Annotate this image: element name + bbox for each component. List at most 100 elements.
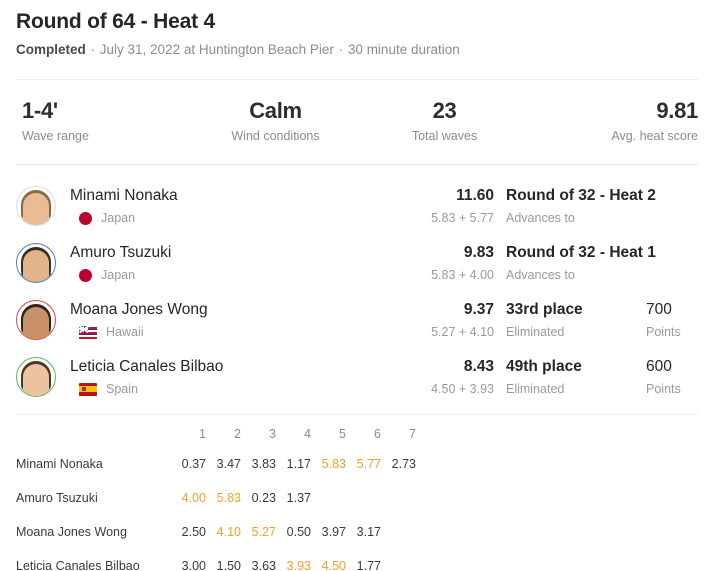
wave-score: 3.97 <box>321 525 346 539</box>
wave-score: 3.17 <box>356 525 381 539</box>
heat-total-score: 8.43 <box>463 357 494 375</box>
heat-meta: Completed · July 31, 2022 at Huntington … <box>16 40 698 60</box>
table-row: Minami Nonaka 0.37 3.47 3.83 1.17 5.83 5… <box>16 447 416 481</box>
surfer-country: Japan <box>79 267 411 283</box>
points-label: Points <box>646 324 681 339</box>
wave-score <box>346 481 381 515</box>
score-breakdown: 5.83 + 4.00 <box>431 267 494 282</box>
condition-label: Wave range <box>22 129 89 143</box>
score-column: 9.37 5.27 + 4.10 <box>411 299 506 341</box>
wave-row-surfer-name: Amuro Tsuzuki <box>16 491 98 505</box>
heat-status: Completed <box>16 42 86 57</box>
meta-separator-2: · <box>334 42 347 57</box>
wave-score: 2.50 <box>181 525 206 539</box>
surfer-name: Amuro Tsuzuki <box>70 244 172 261</box>
heat-header: Round of 64 - Heat 4 Completed · July 31… <box>16 0 698 60</box>
status-column: 49th place Eliminated <box>506 356 646 398</box>
country-label: Hawaii <box>106 325 144 339</box>
points-label: Points <box>646 381 681 396</box>
wave-row-surfer-name: Leticia Canales Bilbao <box>16 559 140 571</box>
wave-score: 3.83 <box>251 457 276 471</box>
wave-score-counted: 5.83 <box>216 491 241 505</box>
country-label: Japan <box>101 211 136 225</box>
condition-wave-range: 1-4' Wave range <box>16 98 191 145</box>
heat-duration: 30 minute duration <box>347 42 460 57</box>
wave-score: 1.37 <box>286 491 311 505</box>
condition-wind: Calm Wind conditions <box>191 98 360 145</box>
surfer-results-list: Minami Nonaka Japan 11.60 5.83 + 5.77 Ro… <box>16 165 698 405</box>
flag-hawaii-icon <box>79 325 97 339</box>
wave-score-counted: 3.93 <box>286 559 311 571</box>
score-breakdown: 4.50 + 3.93 <box>431 381 494 396</box>
surfer-name: Moana Jones Wong <box>70 301 208 318</box>
wave-score-counted: 4.50 <box>321 559 346 571</box>
flag-japan-icon <box>79 268 92 282</box>
status-sub: Eliminated <box>506 324 565 339</box>
score-column: 8.43 4.50 + 3.93 <box>411 356 506 398</box>
wave-col-header-7: 7 <box>409 427 416 441</box>
surfer-name: Leticia Canales Bilbao <box>70 358 224 375</box>
wave-scores-section: 1 2 3 4 5 6 7 Minami Nonaka 0.37 3.47 3.… <box>16 415 698 571</box>
wave-col-header-name <box>16 421 171 447</box>
heat-total-score: 9.37 <box>463 300 494 318</box>
points-column: 700 Points <box>646 299 698 341</box>
wave-col-header-1: 1 <box>199 427 206 441</box>
status-main: 33rd place <box>506 300 583 318</box>
wave-table-body: Minami Nonaka 0.37 3.47 3.83 1.17 5.83 5… <box>16 447 416 571</box>
wave-scores-table: 1 2 3 4 5 6 7 Minami Nonaka 0.37 3.47 3.… <box>16 421 416 571</box>
condition-label: Wind conditions <box>231 129 320 143</box>
score-breakdown: 5.83 + 5.77 <box>431 210 494 225</box>
condition-value: 9.81 <box>656 98 698 123</box>
condition-label: Total waves <box>411 129 478 143</box>
surfer-row[interactable]: Leticia Canales Bilbao Spain 8.43 4.50 +… <box>16 348 698 405</box>
heat-date-location: July 31, 2022 at Huntington Beach Pier <box>99 42 334 57</box>
condition-label: Avg. heat score <box>611 129 698 143</box>
wave-score <box>381 515 416 549</box>
status-column: Round of 32 - Heat 1 Advances to <box>506 242 656 284</box>
wave-score: 2.73 <box>391 457 416 471</box>
status-column: Round of 32 - Heat 2 Advances to <box>506 185 656 227</box>
score-breakdown: 5.27 + 4.10 <box>431 324 494 339</box>
condition-value: 1-4' <box>22 98 58 123</box>
wave-col-header-3: 3 <box>269 427 276 441</box>
status-sub: Eliminated <box>506 381 565 396</box>
wave-row-surfer-name: Moana Jones Wong <box>16 525 127 539</box>
condition-avg-heat-score: 9.81 Avg. heat score <box>529 98 698 145</box>
surfer-row[interactable]: Moana Jones Wong Hawaii 9.37 5.27 + 4.10… <box>16 291 698 348</box>
flag-spain-icon <box>79 382 97 396</box>
surfer-name: Minami Nonaka <box>70 187 178 204</box>
heat-total-score: 9.83 <box>463 243 494 261</box>
wave-score: 0.50 <box>286 525 311 539</box>
table-row: Leticia Canales Bilbao 3.00 1.50 3.63 3.… <box>16 549 416 571</box>
status-sub: Advances to <box>506 210 575 225</box>
heat-result-page: Round of 64 - Heat 4 Completed · July 31… <box>0 0 714 571</box>
points-value: 600 <box>646 357 672 375</box>
wave-col-header-4: 4 <box>304 427 311 441</box>
wave-score <box>381 481 416 515</box>
avatar <box>16 299 56 340</box>
country-label: Spain <box>106 382 138 396</box>
points-column: 600 Points <box>646 356 698 398</box>
avatar <box>16 356 56 397</box>
wave-score <box>381 549 416 571</box>
surfer-country: Spain <box>79 381 411 397</box>
avatar <box>16 242 56 283</box>
wave-score-counted: 4.10 <box>216 525 241 539</box>
table-row: Amuro Tsuzuki 4.00 5.83 0.23 1.37 <box>16 481 416 515</box>
surfer-row[interactable]: Amuro Tsuzuki Japan 9.83 5.83 + 4.00 Rou… <box>16 234 698 291</box>
status-sub: Advances to <box>506 267 575 282</box>
condition-value: Calm <box>249 98 302 123</box>
surfer-identity: Minami Nonaka Japan <box>70 185 411 226</box>
heat-total-score: 11.60 <box>456 186 494 204</box>
wave-score: 3.00 <box>181 559 206 571</box>
wave-col-header-2: 2 <box>234 427 241 441</box>
wave-score-counted: 5.83 <box>321 457 346 471</box>
points-value: 700 <box>646 300 672 318</box>
meta-separator-1: · <box>86 42 99 57</box>
wave-score-counted: 4.00 <box>181 491 206 505</box>
surfer-row[interactable]: Minami Nonaka Japan 11.60 5.83 + 5.77 Ro… <box>16 177 698 234</box>
score-column: 9.83 5.83 + 4.00 <box>411 242 506 284</box>
wave-score: 1.50 <box>216 559 241 571</box>
condition-total-waves: 23 Total waves <box>360 98 529 145</box>
wave-score: 1.77 <box>356 559 381 571</box>
